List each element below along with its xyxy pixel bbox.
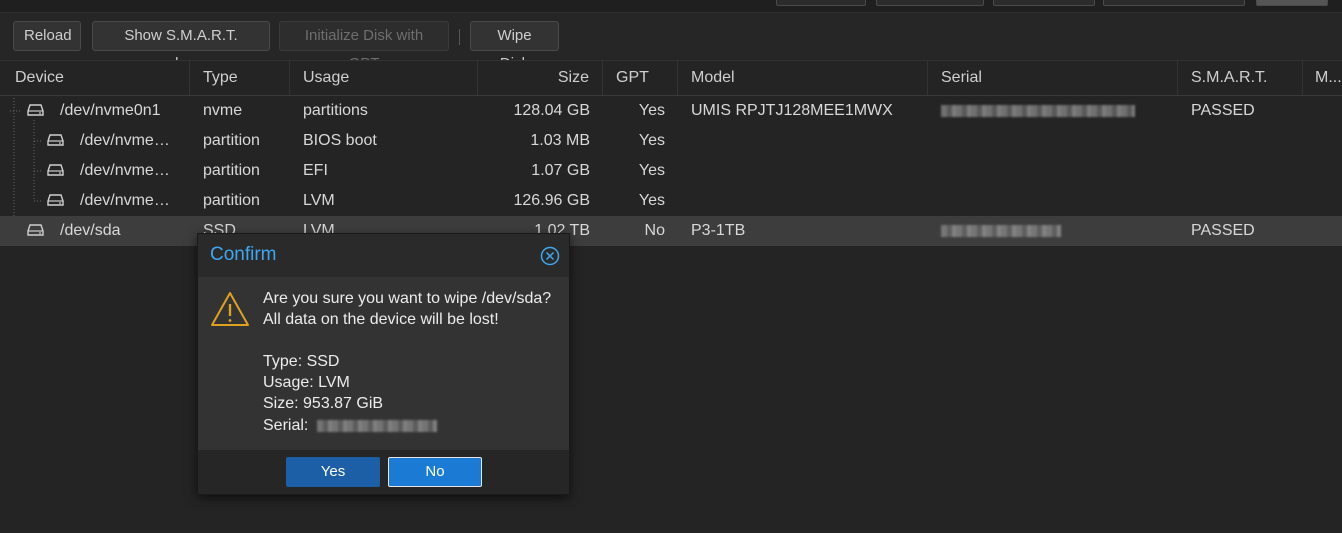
dialog-serial: Serial: <box>263 417 437 435</box>
column-header-smart[interactable]: S.M.A.R.T. <box>1178 61 1303 95</box>
redacted-serial <box>316 419 437 432</box>
cell-type: partition <box>203 162 260 179</box>
cell-usage: EFI <box>303 162 328 179</box>
column-header-gpt[interactable]: GPT <box>603 61 678 95</box>
dialog-footer: Yes No <box>198 450 569 494</box>
cell-serial <box>928 216 1178 246</box>
top-button[interactable] <box>1103 0 1245 6</box>
hard-drive-icon <box>27 224 44 236</box>
cell-type: nvme <box>203 102 243 119</box>
table-row[interactable]: /dev/nvme0n... partition LVM 126.96 GB Y… <box>0 186 1342 216</box>
dialog-usage: Usage: LVM <box>263 374 350 391</box>
column-header-serial[interactable]: Serial <box>928 61 1178 95</box>
wipe-disk-button[interactable]: Wipe Disk <box>470 21 559 72</box>
cell-size: 1.07 GB <box>531 162 590 179</box>
dialog-title: Confirm <box>210 244 277 265</box>
cell-size: 128.04 GB <box>513 102 591 119</box>
close-icon[interactable] <box>540 246 560 266</box>
hard-drive-icon <box>47 134 64 146</box>
top-button[interactable] <box>876 0 984 6</box>
dialog-type: Type: SSD <box>263 353 340 370</box>
cell-gpt: No <box>644 222 665 239</box>
cell-device: /dev/nvme0n... <box>80 192 185 209</box>
toolbar: Reload Show S.M.A.R.T. values Initialize… <box>0 13 1342 72</box>
cell-size: 1.03 MB <box>530 132 590 149</box>
column-header-more[interactable]: M... <box>1303 61 1342 95</box>
top-button[interactable] <box>993 0 1095 6</box>
column-header-usage[interactable]: Usage <box>290 61 478 95</box>
top-button[interactable] <box>1256 0 1328 6</box>
toolbar-separator <box>459 29 460 45</box>
dialog-message: Are you sure you want to wipe /dev/sda? <box>263 290 552 307</box>
cell-usage: partitions <box>303 102 368 119</box>
cell-serial <box>928 96 1178 126</box>
column-header-size[interactable]: Size <box>478 61 603 95</box>
redacted-serial <box>941 224 1061 237</box>
cell-device: /dev/sda <box>60 222 121 239</box>
cell-device: /dev/nvme0n... <box>80 132 185 149</box>
no-button[interactable]: No <box>388 457 482 487</box>
dialog-size: Size: 953.87 GiB <box>263 395 384 412</box>
dialog-serial-label: Serial: <box>263 417 309 434</box>
cell-model: UMIS RPJTJ128MEE1MWX <box>691 102 893 119</box>
column-header-model[interactable]: Model <box>678 61 928 95</box>
cell-device: /dev/nvme0n1 <box>60 102 161 119</box>
reload-button[interactable]: Reload <box>13 21 81 51</box>
top-strip <box>0 0 1342 13</box>
hard-drive-icon <box>27 104 44 116</box>
table-row[interactable]: /dev/nvme0n1 nvme partitions 128.04 GB Y… <box>0 96 1342 126</box>
yes-button[interactable]: Yes <box>286 457 380 487</box>
dialog-body: Are you sure you want to wipe /dev/sda? … <box>198 277 569 450</box>
cell-gpt: Yes <box>638 162 665 179</box>
cell-gpt: Yes <box>638 192 665 209</box>
cell-usage: LVM <box>303 192 335 209</box>
initialize-gpt-button[interactable]: Initialize Disk with GPT <box>279 21 449 72</box>
grid-header: Device Type Usage Size GPT Model Serial … <box>0 60 1342 96</box>
dialog-titlebar: Confirm <box>198 234 569 277</box>
cell-smart: PASSED <box>1191 222 1255 239</box>
top-button[interactable] <box>776 0 866 6</box>
redacted-serial <box>941 104 1135 117</box>
cell-model: P3-1TB <box>691 222 746 239</box>
cell-smart: PASSED <box>1191 102 1255 119</box>
cell-gpt: Yes <box>638 132 665 149</box>
column-header-device[interactable]: Device <box>2 61 190 95</box>
dialog-warning: All data on the device will be lost! <box>263 311 499 328</box>
cell-usage: BIOS boot <box>303 132 377 149</box>
table-row[interactable]: /dev/nvme0n... partition EFI 1.07 GB Yes <box>0 156 1342 186</box>
hard-drive-icon <box>47 164 64 176</box>
cell-type: partition <box>203 132 260 149</box>
cell-size: 126.96 GB <box>513 192 591 209</box>
table-row[interactable]: /dev/nvme0n... partition BIOS boot 1.03 … <box>0 126 1342 156</box>
show-smart-values-button[interactable]: Show S.M.A.R.T. values <box>92 21 270 72</box>
confirm-dialog: Confirm Are you sure you want to wipe /d… <box>197 233 570 495</box>
cell-device: /dev/nvme0n... <box>80 162 185 179</box>
column-header-type[interactable]: Type <box>190 61 290 95</box>
warning-icon <box>211 292 249 326</box>
hard-drive-icon <box>47 194 64 206</box>
cell-type: partition <box>203 192 260 209</box>
cell-gpt: Yes <box>638 102 665 119</box>
